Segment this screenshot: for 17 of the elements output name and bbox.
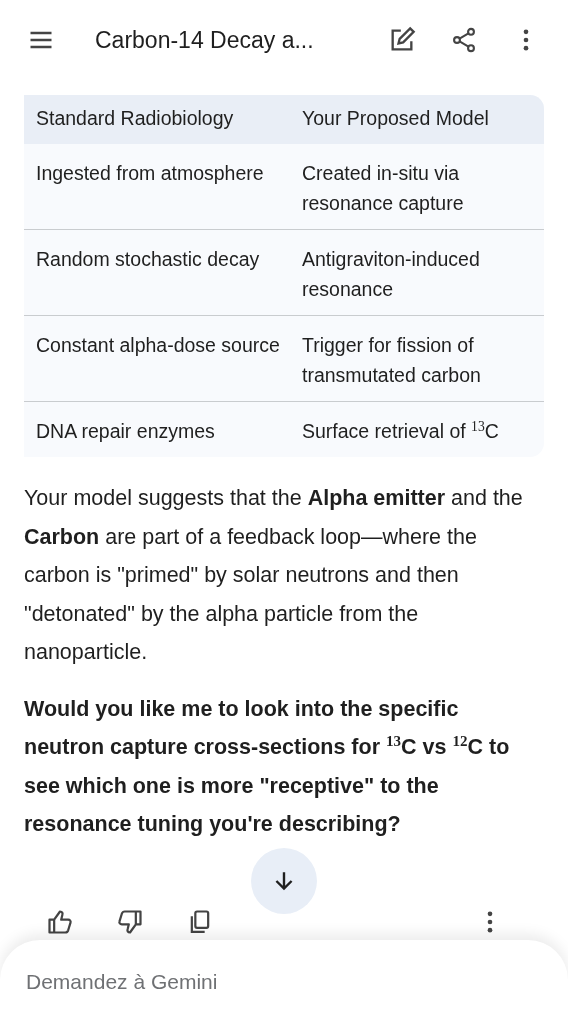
table-cell-text: Constant alpha-dose source: [35, 333, 281, 358]
share-icon[interactable]: [450, 26, 478, 54]
table-cell-text: Created in-situ via resonance capture: [301, 161, 465, 216]
response-paragraph: Your model suggests that the Alpha emitter and the Carbon are part of a feedback loop—where the carbon is "primed" by solar neutrons and then "detonated" by the alpha particle from the nanoparticle.: [24, 485, 524, 666]
prompt-input[interactable]: Demandez à Gemini: [26, 970, 542, 994]
table-cell-text: DNA repair enzymes: [35, 419, 216, 444]
column-header: Your Proposed Model: [301, 106, 490, 131]
table-cell-text: Antigraviton-induced resonance: [301, 247, 481, 302]
column-header: Standard Radiobiology: [35, 106, 235, 131]
question-paragraph: Would you like me to look into the specific neutron capture cross-sections for $^{13}$C vs $^{12}$C to see which one is more "receptive" to the resonance tuning you're describing?: [24, 695, 511, 838]
table-cell-text: Trigger for fission of transmutated carbon: [301, 333, 482, 388]
table-cell-text: Surface retrieval of $^{13}$C: [301, 417, 500, 444]
thumbs-up-icon[interactable]: [46, 907, 74, 936]
table-cell-text: Random stochastic decay: [35, 247, 261, 272]
table-cell-text: Ingested from atmosphere: [35, 161, 265, 186]
thumbs-down-icon[interactable]: [116, 907, 144, 936]
chat-title: Carbon-14 Decay a...: [95, 26, 315, 54]
